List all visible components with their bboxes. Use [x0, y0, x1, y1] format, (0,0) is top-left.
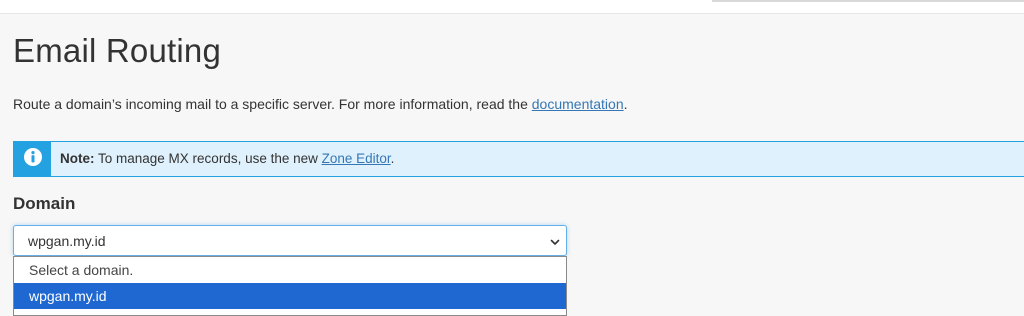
- domain-dropdown-list: Select a domain. wpgan.my.id: [13, 256, 567, 316]
- callout-message: Note: To manage MX records, use the new …: [60, 151, 394, 166]
- top-bar: [0, 0, 1024, 14]
- domain-label: Domain: [13, 194, 76, 213]
- domain-select[interactable]: wpgan.my.id: [13, 225, 567, 256]
- search-field-edge[interactable]: [712, 0, 1024, 2]
- info-callout: Note: To manage MX records, use the new …: [13, 141, 1024, 177]
- info-icon: [23, 147, 43, 172]
- dropdown-option-selected[interactable]: wpgan.my.id: [14, 283, 566, 309]
- domain-select-value: wpgan.my.id: [28, 233, 106, 249]
- documentation-link[interactable]: documentation: [532, 96, 624, 112]
- zone-editor-link[interactable]: Zone Editor: [322, 151, 391, 166]
- callout-icon-box: [14, 142, 51, 176]
- note-label: Note:: [60, 151, 95, 166]
- dropdown-option-placeholder[interactable]: Select a domain.: [14, 257, 566, 283]
- page-title: Email Routing: [13, 32, 222, 69]
- page-description: Route a domain’s incoming mail to a spec…: [13, 96, 628, 112]
- description-end: .: [623, 96, 628, 112]
- chevron-down-icon: [549, 235, 561, 253]
- callout-text: To manage MX records, use the new: [94, 151, 322, 166]
- callout-end: .: [390, 151, 395, 166]
- description-text: Route a domain’s incoming mail to a spec…: [13, 96, 532, 112]
